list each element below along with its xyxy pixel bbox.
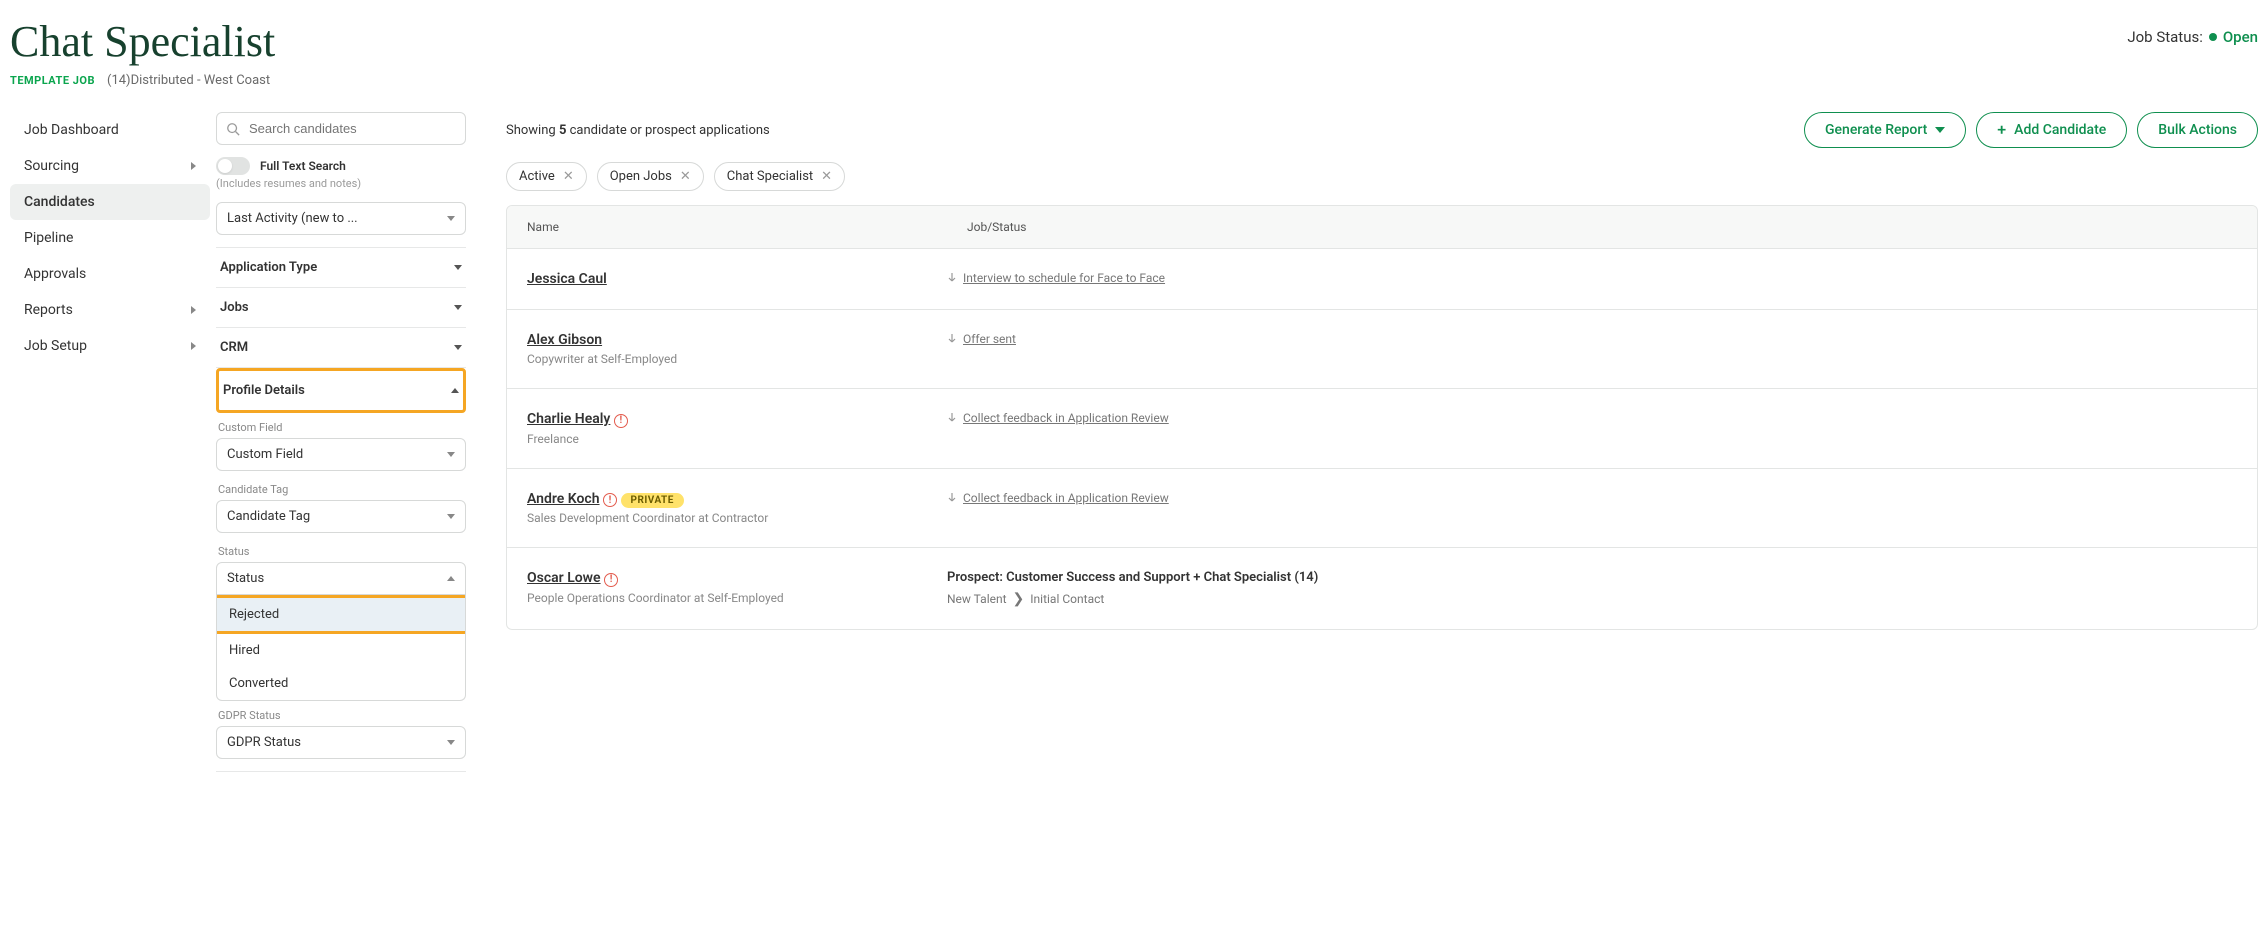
accordion-jobs[interactable]: Jobs — [216, 288, 466, 327]
chevron-down-icon — [454, 265, 462, 270]
prospect-title: Prospect: Customer Success and Support +… — [947, 570, 1347, 585]
status-dot-icon — [2209, 33, 2217, 41]
alert-icon: ! — [614, 414, 628, 428]
sort-select[interactable]: Last Activity (new to ... — [216, 202, 466, 235]
candidate-name-link[interactable]: Andre Koch — [527, 491, 600, 507]
private-badge: PRIVATE — [621, 493, 684, 508]
remove-chip-icon[interactable]: ✕ — [821, 169, 832, 184]
chevron-down-icon — [454, 345, 462, 350]
candidates-table: Name Job/Status Jessica Caul Interview to… — [506, 205, 2258, 630]
status-link[interactable]: Collect feedback in Application Review — [947, 411, 1169, 425]
nav-item-job-dashboard[interactable]: Job Dashboard — [10, 112, 210, 148]
full-text-search-toggle[interactable] — [216, 157, 250, 175]
template-job-badge: TEMPLATE JOB — [10, 74, 95, 87]
gdpr-status-label: GDPR Status — [218, 709, 464, 722]
main-content: Showing 5 candidate or prospect applicat… — [506, 112, 2258, 630]
generate-report-button[interactable]: Generate Report — [1804, 112, 1966, 148]
chevron-down-icon — [447, 740, 455, 745]
chevron-up-icon — [451, 388, 459, 393]
filter-chip-chat-specialist[interactable]: Chat Specialist✕ — [714, 162, 845, 191]
candidate-tag-label: Candidate Tag — [218, 483, 464, 496]
filter-chip-open-jobs[interactable]: Open Jobs✕ — [597, 162, 704, 191]
status-select[interactable]: Status — [216, 562, 466, 595]
full-text-search-label: Full Text Search — [260, 159, 346, 173]
gdpr-status-select[interactable]: GDPR Status — [216, 726, 466, 759]
nav-item-approvals[interactable]: Approvals — [10, 256, 210, 292]
candidate-name-link[interactable]: Oscar Lowe — [527, 570, 601, 586]
full-text-search-help: (Includes resumes and notes) — [216, 177, 466, 190]
search-input[interactable] — [216, 112, 466, 145]
nav-item-candidates[interactable]: Candidates — [10, 184, 210, 220]
nav-item-sourcing[interactable]: Sourcing — [10, 148, 210, 184]
chevron-right-icon: ❯ — [1013, 591, 1025, 607]
sidebar-nav: Job DashboardSourcingCandidatesPipelineA… — [10, 112, 210, 364]
status-dropdown-list: RejectedHiredConverted — [216, 595, 466, 701]
job-status-value: Open — [2223, 28, 2258, 46]
accordion-application-type[interactable]: Application Type — [216, 248, 466, 287]
nav-item-job-setup[interactable]: Job Setup — [10, 328, 210, 364]
chevron-down-icon — [447, 452, 455, 457]
candidate-tag-select[interactable]: Candidate Tag — [216, 500, 466, 533]
job-meta: (14)Distributed - West Coast — [107, 73, 270, 88]
candidate-subtitle: Sales Development Coordinator at Contrac… — [527, 511, 947, 525]
plus-icon: + — [1997, 123, 2006, 137]
nav-item-reports[interactable]: Reports — [10, 292, 210, 328]
down-arrow-icon — [947, 413, 957, 423]
custom-field-label: Custom Field — [218, 421, 464, 434]
accordion-crm[interactable]: CRM — [216, 328, 466, 367]
column-header-name: Name — [507, 206, 947, 248]
chevron-right-icon — [191, 342, 196, 350]
table-row: Jessica Caul Interview to schedule for Fa… — [507, 249, 2257, 310]
table-row: Oscar Lowe ! People Operations Coordinato… — [507, 548, 2257, 629]
accordion-profile-details[interactable]: Profile Details — [216, 368, 466, 413]
down-arrow-icon — [947, 273, 957, 283]
filter-chip-active[interactable]: Active✕ — [506, 162, 587, 191]
alert-icon: ! — [603, 493, 617, 507]
status-link[interactable]: Collect feedback in Application Review — [947, 491, 1169, 505]
status-option-converted[interactable]: Converted — [217, 667, 465, 700]
status-option-rejected[interactable]: Rejected — [217, 598, 465, 631]
down-arrow-icon — [947, 493, 957, 503]
showing-count: Showing 5 candidate or prospect applicat… — [506, 123, 770, 138]
page-title: Chat Specialist — [10, 16, 275, 67]
custom-field-select[interactable]: Custom Field — [216, 438, 466, 471]
candidate-subtitle: People Operations Coordinator at Self-Em… — [527, 591, 947, 605]
status-option-hired[interactable]: Hired — [217, 634, 465, 667]
table-row: Andre Koch ! PRIVATE Sales Development Co… — [507, 469, 2257, 549]
candidate-name-link[interactable]: Alex Gibson — [527, 332, 602, 348]
table-row: Charlie Healy ! FreelanceCollect feedback… — [507, 389, 2257, 469]
remove-chip-icon[interactable]: ✕ — [680, 169, 691, 184]
chevron-up-icon — [447, 576, 455, 581]
down-arrow-icon — [947, 334, 957, 344]
candidate-subtitle: Freelance — [527, 432, 947, 446]
chevron-down-icon — [1935, 127, 1945, 133]
status-link[interactable]: Offer sent — [947, 332, 1016, 346]
alert-icon: ! — [604, 573, 618, 587]
status-label: Status — [218, 545, 464, 558]
chevron-down-icon — [447, 514, 455, 519]
status-link[interactable]: Interview to schedule for Face to Face — [947, 271, 1165, 285]
candidate-name-link[interactable]: Charlie Healy — [527, 411, 610, 427]
chevron-right-icon — [191, 306, 196, 314]
table-row: Alex Gibson Copywriter at Self-EmployedOf… — [507, 310, 2257, 389]
search-icon — [226, 122, 240, 136]
stage-path: New Talent❯Initial Contact — [947, 591, 2237, 607]
job-status: Job Status: Open — [2127, 28, 2258, 46]
filters-panel: Full Text Search (Includes resumes and n… — [216, 112, 466, 772]
candidate-name-link[interactable]: Jessica Caul — [527, 271, 607, 287]
nav-item-pipeline[interactable]: Pipeline — [10, 220, 210, 256]
remove-chip-icon[interactable]: ✕ — [563, 169, 574, 184]
chevron-down-icon — [454, 305, 462, 310]
add-candidate-button[interactable]: + Add Candidate — [1976, 112, 2127, 148]
bulk-actions-button[interactable]: Bulk Actions — [2137, 112, 2258, 148]
candidate-subtitle: Copywriter at Self-Employed — [527, 352, 947, 366]
chevron-right-icon — [191, 162, 196, 170]
chevron-down-icon — [447, 216, 455, 221]
column-header-job: Job/Status — [947, 206, 2257, 248]
